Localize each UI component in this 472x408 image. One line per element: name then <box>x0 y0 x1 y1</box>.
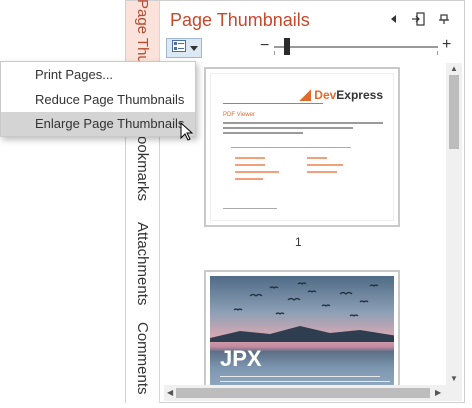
panel-title: Page Thumbnails <box>170 10 310 30</box>
list-line <box>235 157 265 159</box>
text-line <box>223 208 277 209</box>
chevron-down-icon <box>190 39 198 57</box>
menu-item-print-pages[interactable]: Print Pages... <box>1 63 195 87</box>
thumbnails-panel: Page Thumbnails − + Dev Express PDF View… <box>160 1 464 402</box>
zoom-in-button[interactable]: + <box>442 37 451 53</box>
text-line <box>223 122 383 124</box>
text-line <box>231 147 351 148</box>
logo-mark-icon <box>299 89 312 101</box>
tab-comments[interactable]: Comments <box>126 315 159 401</box>
menu-item-reduce-thumbnails[interactable]: Reduce Page Thumbnails <box>1 88 195 112</box>
slider-tick <box>274 51 275 55</box>
text-line <box>220 376 380 377</box>
logo-text: Express <box>336 88 383 102</box>
thumbnail-list[interactable]: Dev Express PDF Viewer 1 JPX <box>164 63 446 385</box>
tab-label: Comments <box>134 321 151 395</box>
page-preview: Dev Express PDF Viewer <box>210 73 394 221</box>
menu-item-enlarge-thumbnails[interactable]: Enlarge Page Thumbnails <box>1 112 195 136</box>
page-thumbnail[interactable]: JPX <box>204 270 400 385</box>
scrollbar-thumb[interactable] <box>176 388 430 398</box>
text-line <box>223 127 353 129</box>
page-number: 1 <box>295 235 302 249</box>
slider-tick <box>437 51 438 55</box>
logo-text: Dev <box>314 88 337 102</box>
zoom-out-button[interactable]: − <box>260 38 269 54</box>
pin-icon[interactable] <box>436 11 452 27</box>
thumbnail-options-button[interactable] <box>166 38 202 58</box>
thumbnail-context-menu: Print Pages... Reduce Page Thumbnails En… <box>0 61 196 137</box>
tab-label: Attachments <box>134 222 151 306</box>
seascape-image: JPX <box>210 276 394 385</box>
list-line <box>307 157 327 159</box>
list-line <box>235 171 279 173</box>
scroll-corner <box>446 385 462 401</box>
mouse-cursor-icon <box>180 122 194 141</box>
scroll-up-icon[interactable]: ▲ <box>450 65 458 73</box>
text-line <box>220 381 390 382</box>
tab-label: Bookmarks <box>134 126 151 202</box>
list-line <box>307 164 343 166</box>
page-heading: JPX <box>220 346 262 371</box>
thumbnail-menu-icon <box>172 39 186 57</box>
text-line <box>223 132 303 134</box>
scrollbar-thumb[interactable] <box>449 75 459 149</box>
list-line <box>235 178 263 180</box>
page-heading: PDF Viewer <box>223 112 255 118</box>
list-line <box>307 171 337 173</box>
horizontal-scrollbar[interactable]: ◀ ▶ <box>164 385 446 401</box>
dock-icon[interactable] <box>410 11 426 27</box>
tab-attachments[interactable]: Attachments <box>126 214 159 314</box>
scroll-left-icon[interactable]: ◀ <box>167 389 173 397</box>
rule-line <box>223 103 323 104</box>
scroll-down-icon[interactable]: ▼ <box>450 375 458 383</box>
list-line <box>235 164 265 166</box>
page-thumbnail[interactable]: Dev Express PDF Viewer <box>204 67 400 227</box>
devexpress-logo: Dev Express <box>299 88 383 102</box>
vertical-scrollbar[interactable]: ▲ ▼ <box>446 63 462 385</box>
birds-icon <box>210 282 394 342</box>
zoom-slider-thumb[interactable] <box>284 38 290 55</box>
scroll-right-icon[interactable]: ▶ <box>435 389 441 397</box>
collapse-left-icon[interactable] <box>386 11 402 27</box>
zoom-slider-track[interactable] <box>274 46 438 48</box>
